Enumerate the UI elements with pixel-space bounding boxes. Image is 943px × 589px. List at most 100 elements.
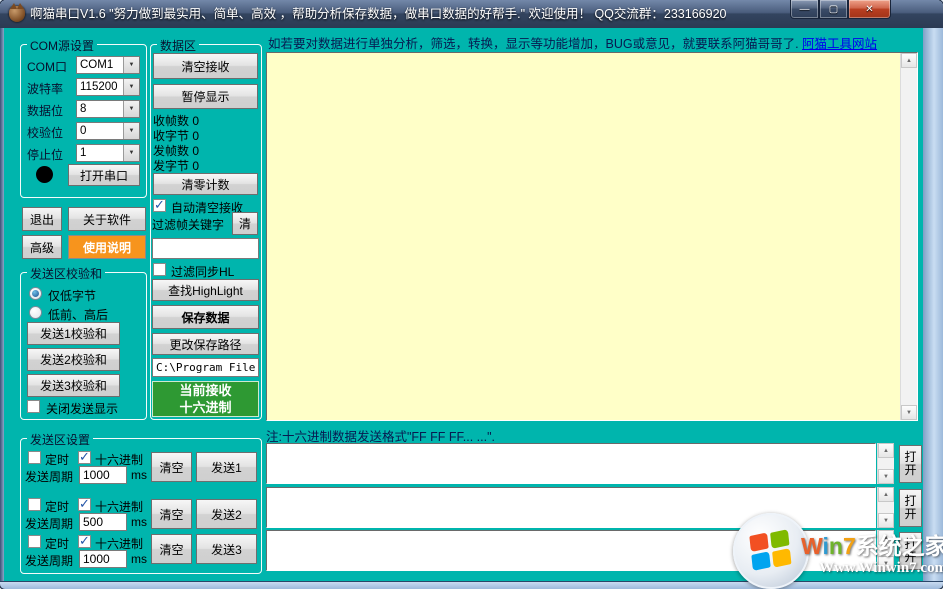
recv-bytes-value: 0: [192, 129, 199, 143]
clear1-button[interactable]: 清空: [151, 452, 192, 482]
about-button[interactable]: 关于软件: [68, 207, 146, 231]
timer1-label[interactable]: 定时: [45, 451, 69, 468]
scroll-up-icon[interactable]: [878, 487, 894, 502]
maximize-button[interactable]: ▢: [819, 0, 848, 19]
timer3-label[interactable]: 定时: [45, 535, 69, 552]
scroll-down-icon[interactable]: [901, 405, 917, 420]
timer3-checkbox[interactable]: [28, 535, 41, 548]
chevron-down-icon[interactable]: [123, 79, 139, 95]
advanced-button[interactable]: 高级: [22, 235, 62, 259]
close-button[interactable]: ✕: [848, 0, 891, 19]
send1-scrollbar[interactable]: [877, 443, 894, 484]
chevron-down-icon[interactable]: [123, 145, 139, 161]
manual-button[interactable]: 使用说明: [68, 235, 146, 259]
send-settings-title: 发送区设置: [27, 431, 93, 448]
period3-input[interactable]: [79, 550, 127, 568]
open-file2-button[interactable]: 打开: [899, 489, 922, 527]
send1-button[interactable]: 发送1: [196, 452, 257, 482]
save-path-field[interactable]: [152, 358, 259, 377]
clear-receive-button[interactable]: 清空接收: [153, 53, 258, 79]
parity-select[interactable]: 0: [76, 122, 140, 140]
window-controls: — ▢ ✕: [790, 0, 891, 19]
send3-input[interactable]: [266, 530, 876, 571]
send3-checksum-button[interactable]: 发送3校验和: [27, 374, 120, 397]
hex1-checkbox[interactable]: [78, 451, 91, 464]
data-bits-label: 数据位: [27, 102, 63, 119]
notice-bar: 如若要对数据进行单独分析，筛选，转换，显示等功能增加，BUG或意见，就要联系阿猫…: [268, 33, 877, 52]
change-path-button[interactable]: 更改保存路径: [152, 333, 259, 355]
period2-label: 发送周期: [25, 515, 73, 532]
cat-app-icon: [9, 6, 25, 22]
notice-text: 如若要对数据进行单独分析，筛选，转换，显示等功能增加，BUG或意见，就要联系阿猫…: [268, 37, 799, 51]
filter-sync-hl-label[interactable]: 过滤同步HL: [171, 263, 234, 280]
timer1-checkbox[interactable]: [28, 451, 41, 464]
baud-rate-select[interactable]: 115200: [76, 78, 140, 96]
open-file3-button[interactable]: 打开: [899, 532, 922, 570]
timer2-label[interactable]: 定时: [45, 498, 69, 515]
low-byte-only-radio[interactable]: [29, 287, 42, 300]
period1-input[interactable]: [79, 466, 127, 484]
port-status-lamp: [36, 166, 53, 183]
send3-button[interactable]: 发送3: [196, 534, 257, 564]
hex2-checkbox[interactable]: [78, 498, 91, 511]
sent-bytes-stat: 发字节 0: [153, 157, 199, 174]
reset-counters-button[interactable]: 清零计数: [153, 173, 258, 195]
send2-checksum-button[interactable]: 发送2校验和: [27, 348, 120, 371]
amao-site-link[interactable]: 阿猫工具网站: [802, 37, 877, 51]
send3-scrollbar[interactable]: [877, 530, 894, 571]
data-bits-select[interactable]: 8: [76, 100, 140, 118]
receive-scrollbar[interactable]: [900, 53, 917, 420]
open-port-button[interactable]: 打开串口: [68, 164, 140, 186]
stop-bits-select[interactable]: 1: [76, 144, 140, 162]
current-receive-line1: 当前接收: [179, 382, 231, 399]
hide-send-display-checkbox[interactable]: [27, 400, 40, 413]
baud-rate-label: 波特率: [27, 80, 63, 97]
low-byte-only-label[interactable]: 仅低字节: [48, 287, 96, 304]
send2-input[interactable]: [266, 487, 876, 528]
exit-button[interactable]: 退出: [22, 207, 62, 231]
send1-input[interactable]: [266, 443, 876, 484]
open-file1-button[interactable]: 打开: [899, 445, 922, 483]
filter-keyword-input[interactable]: [152, 238, 259, 259]
com-port-select[interactable]: COM1: [76, 56, 140, 74]
hex3-checkbox[interactable]: [78, 535, 91, 548]
hide-send-display-label[interactable]: 关闭发送显示: [46, 400, 118, 417]
scroll-down-icon[interactable]: [878, 469, 894, 484]
auto-clear-checkbox[interactable]: [153, 199, 166, 212]
scroll-up-icon[interactable]: [901, 53, 917, 68]
scroll-down-icon[interactable]: [878, 513, 894, 528]
com-settings-title: COM源设置: [27, 37, 97, 54]
scroll-down-icon[interactable]: [878, 556, 894, 571]
save-data-button[interactable]: 保存数据: [152, 305, 259, 329]
clear-filter-button[interactable]: 清: [232, 212, 258, 235]
chevron-down-icon[interactable]: [123, 123, 139, 139]
scroll-up-icon[interactable]: [878, 443, 894, 458]
minimize-button[interactable]: —: [790, 0, 819, 19]
chevron-down-icon[interactable]: [123, 57, 139, 73]
window-frame-bottom: [0, 581, 943, 589]
clear2-button[interactable]: 清空: [151, 499, 192, 529]
current-receive-line2: 十六进制: [179, 399, 231, 416]
current-receive-hex-button[interactable]: 当前接收 十六进制: [152, 381, 259, 417]
clear3-button[interactable]: 清空: [151, 534, 192, 564]
scroll-up-icon[interactable]: [878, 530, 894, 545]
close-icon: ✕: [865, 4, 873, 15]
chevron-down-icon[interactable]: [123, 101, 139, 117]
sent-bytes-label: 发字节: [153, 159, 189, 173]
parity-value: 0: [80, 125, 86, 137]
title-bar: 啊猫串口V1.6 "努力做到最实用、简单、高效 ，帮助分析保存数据，做串口数据的…: [0, 0, 943, 28]
send1-checksum-button[interactable]: 发送1校验和: [27, 322, 120, 345]
find-highlight-button[interactable]: 查找HighLight: [152, 279, 259, 301]
pause-display-button[interactable]: 暂停显示: [153, 84, 258, 109]
period2-input[interactable]: [79, 513, 127, 531]
minimize-icon: —: [800, 4, 810, 15]
send2-scrollbar[interactable]: [877, 487, 894, 528]
low-first-high-after-label[interactable]: 低前、高后: [48, 306, 108, 323]
app-window: 啊猫串口V1.6 "努力做到最实用、简单、高效 ，帮助分析保存数据，做串口数据的…: [0, 0, 943, 589]
timer2-checkbox[interactable]: [28, 498, 41, 511]
checksum-title: 发送区校验和: [27, 265, 105, 282]
low-first-high-after-radio[interactable]: [29, 306, 42, 319]
receive-display[interactable]: [266, 52, 918, 421]
send2-button[interactable]: 发送2: [196, 499, 257, 529]
filter-sync-hl-checkbox[interactable]: [153, 263, 166, 276]
